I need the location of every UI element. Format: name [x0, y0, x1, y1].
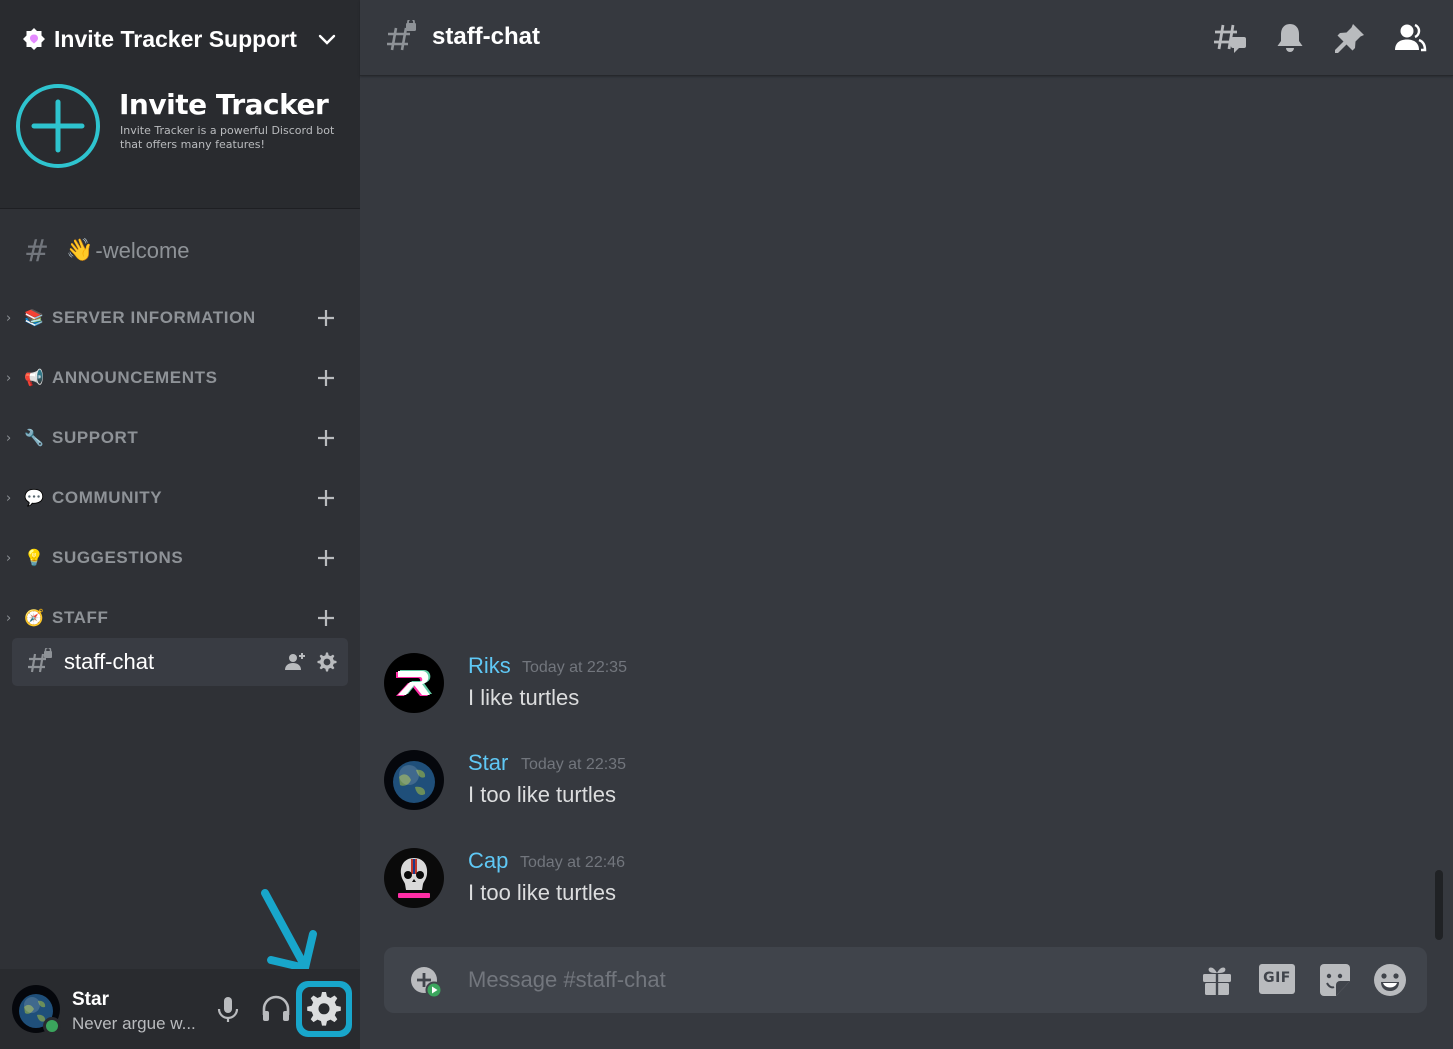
headphones-icon[interactable] — [256, 989, 296, 1029]
hashtag-icon: # — [24, 233, 50, 269]
channel-label: -welcome — [95, 238, 190, 263]
tutorial-arrow-icon — [261, 889, 317, 972]
online-status-indicator — [43, 1017, 61, 1035]
server-header[interactable]: Invite Tracker Support Invite Tracker In… — [0, 0, 360, 208]
message-content: I like turtles — [468, 685, 580, 710]
category-staff[interactable]: › 🧭 STAFF — [6, 601, 338, 635]
notification-bell-icon[interactable] — [1272, 20, 1308, 56]
create-channel-plus-icon[interactable] — [314, 606, 338, 630]
create-channel-plus-icon[interactable] — [314, 306, 338, 330]
channel-header: staff-chat — [360, 0, 1453, 76]
message-content: I too like turtles — [468, 880, 616, 905]
server-name: Invite Tracker Support — [54, 25, 297, 52]
avatar[interactable] — [384, 848, 444, 908]
partner-badge-icon — [23, 28, 45, 50]
member-list-icon[interactable] — [1392, 20, 1428, 56]
microphone-icon[interactable] — [208, 989, 248, 1029]
locked-hashtag-icon — [387, 20, 416, 51]
threads-icon[interactable] — [1212, 20, 1248, 56]
category-label: SUPPORT — [52, 428, 139, 447]
message-timestamp: Today at 22:46 — [520, 854, 625, 871]
message-composer: GIF — [384, 947, 1427, 1013]
category-support[interactable]: › 🔧 SUPPORT — [6, 421, 338, 455]
user-name: Star — [72, 989, 109, 1010]
server-title-row[interactable]: Invite Tracker Support — [22, 22, 338, 56]
gif-label: GIF — [1263, 970, 1291, 986]
megaphone-icon: 📢 — [24, 368, 44, 387]
category-community[interactable]: › 💬 COMMUNITY — [6, 481, 338, 515]
message-timestamp: Today at 22:35 — [521, 756, 626, 773]
category-server-information[interactable]: › 📚 SERVER INFORMATION — [6, 301, 338, 335]
create-invite-icon[interactable] — [284, 651, 306, 673]
category-label: ANNOUNCEMENTS — [52, 368, 218, 387]
message: Riks Today at 22:35 I like turtles — [384, 653, 1084, 717]
avatar[interactable] — [384, 653, 444, 713]
emoji-smile-icon[interactable] — [1371, 961, 1409, 999]
messages-scrollbar[interactable] — [1433, 80, 1445, 942]
create-channel-plus-icon[interactable] — [314, 366, 338, 390]
category-suggestions[interactable]: › 💡 SUGGESTIONS — [6, 541, 338, 575]
channel-welcome[interactable]: # 👋 -welcome — [24, 230, 190, 272]
active-channel-label: staff-chat — [64, 649, 155, 674]
server-banner: Invite Tracker Invite Tracker is a power… — [14, 82, 354, 178]
channel-title: staff-chat — [432, 23, 541, 50]
chevron-right-icon: › — [6, 550, 12, 566]
sticker-icon[interactable] — [1316, 961, 1354, 999]
light-bulb-icon: 💡 — [24, 548, 44, 567]
locked-hashtag-icon — [28, 648, 52, 673]
waving-hand-icon: 👋 — [66, 238, 94, 263]
chevron-right-icon: › — [6, 370, 12, 386]
speech-bubble-icon: 💬 — [24, 488, 44, 507]
message: Star Today at 22:35 I too like turtles — [384, 750, 1084, 814]
message-author[interactable]: Riks — [468, 653, 511, 679]
chevron-right-icon: › — [6, 430, 12, 446]
message-author[interactable]: Star — [468, 750, 508, 776]
user-settings-button[interactable] — [296, 981, 352, 1037]
banner-title: Invite Tracker — [119, 88, 329, 121]
create-channel-plus-icon[interactable] — [314, 426, 338, 450]
message-input[interactable] — [468, 961, 1168, 999]
chat-area: staff-chat Riks Today at 22:35 I like tu… — [360, 0, 1453, 1049]
earth-avatar-icon — [384, 750, 444, 810]
category-label: SERVER INFORMATION — [52, 308, 256, 327]
gift-icon[interactable] — [1198, 961, 1236, 999]
gear-icon[interactable] — [316, 651, 338, 673]
gear-icon — [302, 987, 346, 1031]
chevron-right-icon: › — [6, 490, 12, 506]
chevron-down-icon[interactable] — [316, 28, 338, 50]
wrench-icon: 🔧 — [24, 428, 44, 447]
compass-icon: 🧭 — [24, 608, 44, 627]
category-label: STAFF — [52, 608, 109, 627]
skull-avatar-icon — [384, 848, 444, 908]
category-announcements[interactable]: › 📢 ANNOUNCEMENTS — [6, 361, 338, 395]
user-status-text: Never argue w... — [72, 1014, 196, 1033]
message-author[interactable]: Cap — [468, 848, 508, 874]
channel-staff-chat[interactable]: staff-chat — [12, 638, 348, 686]
riks-avatar-icon — [384, 653, 444, 713]
message-timestamp: Today at 22:35 — [522, 659, 627, 676]
invite-tracker-logo-icon — [16, 84, 100, 168]
category-label: SUGGESTIONS — [52, 548, 184, 567]
banner-subtitle: Invite Tracker is a powerful Discord bot… — [120, 124, 335, 151]
create-channel-plus-icon[interactable] — [314, 486, 338, 510]
message: Cap Today at 22:46 I too like turtles — [384, 848, 1084, 912]
message-content: I too like turtles — [468, 782, 616, 807]
upload-plus-icon[interactable] — [408, 964, 444, 1000]
gif-picker-button[interactable]: GIF — [1258, 961, 1296, 999]
chevron-right-icon: › — [6, 610, 12, 626]
chevron-right-icon: › — [6, 310, 12, 326]
scrollbar-thumb[interactable] — [1435, 870, 1443, 940]
category-label: COMMUNITY — [52, 488, 163, 507]
channel-sidebar: Invite Tracker Support Invite Tracker In… — [0, 0, 360, 1049]
avatar[interactable] — [384, 750, 444, 810]
pin-icon[interactable] — [1332, 20, 1368, 56]
create-channel-plus-icon[interactable] — [314, 546, 338, 570]
books-icon: 📚 — [24, 308, 44, 327]
